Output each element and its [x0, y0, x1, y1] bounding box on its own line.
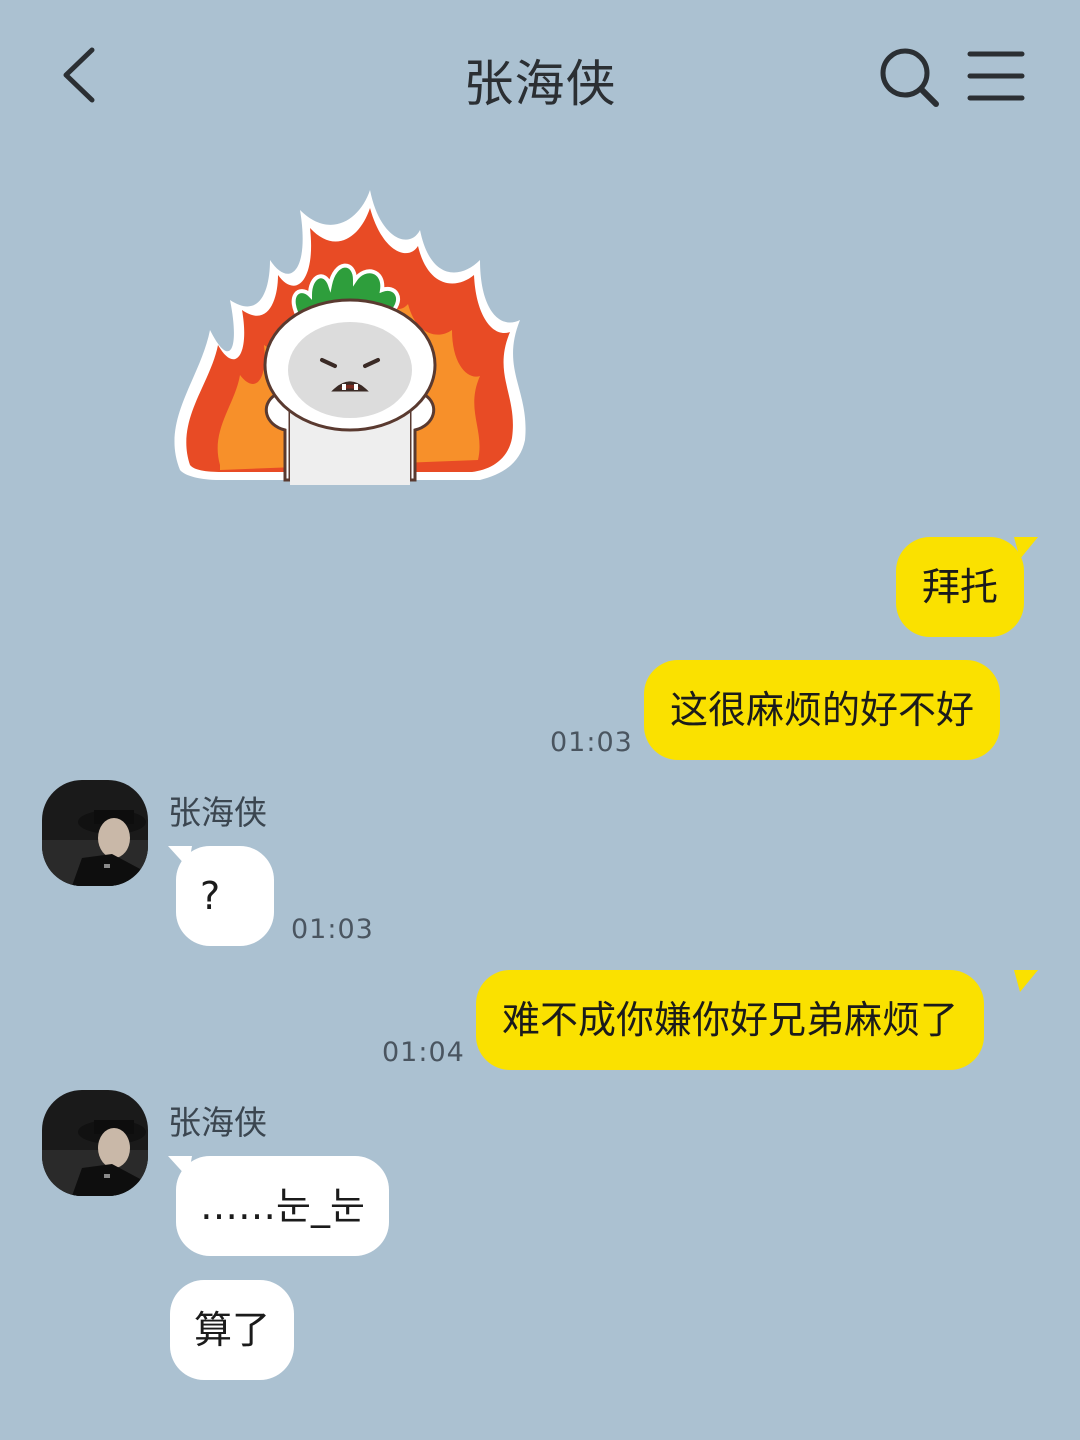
message-text: 这很麻烦的好不好 — [670, 688, 975, 732]
incoming-message[interactable]: 算了 — [170, 1280, 295, 1380]
message-text: 拜托 — [922, 565, 999, 609]
fire-sticker-message[interactable] — [160, 180, 540, 490]
search-icon — [880, 48, 939, 107]
bubble-tail — [1014, 970, 1038, 992]
message-time: 01:03 — [550, 727, 633, 758]
outgoing-message[interactable]: 这很麻烦的好不好 — [644, 660, 1001, 760]
sender-name: 张海侠 — [168, 793, 267, 832]
sender-name: 张海侠 — [168, 1103, 267, 1142]
search-button[interactable] — [876, 44, 942, 110]
hamburger-menu-icon — [967, 51, 1025, 101]
outgoing-message[interactable]: 拜托 — [896, 537, 1025, 637]
chat-header: 张海侠 — [0, 0, 1080, 150]
bubble-tail — [168, 846, 192, 868]
contact-avatar[interactable] — [42, 780, 148, 886]
contact-avatar[interactable] — [42, 1090, 148, 1196]
angry-fire-sticker-icon — [174, 190, 526, 485]
menu-button[interactable] — [966, 48, 1026, 104]
message-text: 算了 — [194, 1308, 271, 1352]
bubble-tail — [1014, 537, 1038, 559]
message-text: ? — [200, 874, 221, 918]
message-text: 难不成你嫌你好兄弟麻烦了 — [502, 998, 959, 1042]
message-time: 01:04 — [382, 1037, 465, 1068]
message-text: ……눈_눈 — [200, 1184, 365, 1228]
outgoing-message[interactable]: 难不成你嫌你好兄弟麻烦了 — [476, 970, 985, 1070]
incoming-message[interactable]: ……눈_눈 — [176, 1156, 389, 1256]
message-time: 01:03 — [291, 914, 374, 945]
bubble-tail — [168, 1156, 192, 1178]
